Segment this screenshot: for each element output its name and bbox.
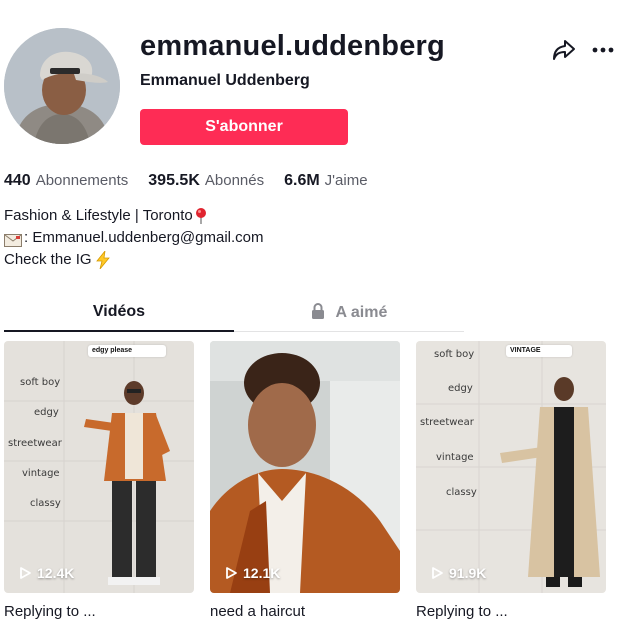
play-icon xyxy=(226,567,237,579)
bio-line: Check the IG xyxy=(4,249,264,271)
bio-email: : Emmanuel.uddenberg@gmail.com xyxy=(24,229,264,246)
envelope-icon xyxy=(4,232,22,247)
video-caption[interactable]: need a haircut xyxy=(210,603,400,620)
overlay-word: vintage xyxy=(22,468,60,479)
view-count-value: 12.1K xyxy=(243,565,281,581)
video-grid: soft boy edgy streetwear vintage classy … xyxy=(4,341,606,620)
profile-tabs: Vidéos A aimé xyxy=(4,296,464,332)
video-thumbnail-image xyxy=(416,341,606,593)
high-voltage-icon xyxy=(95,249,111,270)
tab-videos[interactable]: Vidéos xyxy=(4,296,234,332)
video-thumbnail[interactable]: 12.1K xyxy=(210,341,400,593)
video-card[interactable]: 12.1K need a haircut xyxy=(210,341,400,620)
tab-liked[interactable]: A aimé xyxy=(234,296,464,331)
stat-following[interactable]: 440 Abonnements xyxy=(4,172,128,190)
follow-button[interactable]: S'abonner xyxy=(140,109,348,145)
stat-likes: 6.6M J'aime xyxy=(284,172,367,190)
bio-text: Check the IG xyxy=(4,251,92,268)
bio-line: : Emmanuel.uddenberg@gmail.com xyxy=(4,227,264,249)
overlay-word: streetwear xyxy=(8,438,62,449)
bio-line: Fashion & Lifestyle | Toronto xyxy=(4,205,264,227)
overlay-word: classy xyxy=(446,487,477,498)
overlay-word: edgy xyxy=(448,383,473,394)
lock-icon xyxy=(311,303,325,319)
play-icon xyxy=(432,567,443,579)
overlay-word: edgy xyxy=(34,407,59,418)
video-caption[interactable]: Replying to ... xyxy=(4,603,194,620)
stat-value: 440 xyxy=(4,172,31,189)
profile-bio: Fashion & Lifestyle | Toronto : Emmanuel… xyxy=(4,205,264,271)
round-pushpin-icon xyxy=(195,207,207,225)
overlay-word: streetwear xyxy=(420,417,474,428)
stat-label: J'aime xyxy=(324,172,368,189)
view-count: 91.9K xyxy=(430,565,486,581)
video-caption[interactable]: Replying to ... xyxy=(416,603,606,620)
avatar xyxy=(4,28,120,144)
bio-text: Fashion & Lifestyle | Toronto xyxy=(4,207,193,224)
video-thumbnail[interactable]: soft boy edgy streetwear vintage classy … xyxy=(4,341,194,593)
video-card[interactable]: soft boy edgy streetwear vintage classy … xyxy=(4,341,194,620)
play-icon xyxy=(20,567,31,579)
profile-stats: 440 Abonnements 395.5K Abonnés 6.6M J'ai… xyxy=(4,172,388,190)
view-count: 12.4K xyxy=(18,565,74,581)
reply-bubble: VINTAGE xyxy=(506,345,572,357)
video-thumbnail[interactable]: soft boy edgy streetwear vintage classy … xyxy=(416,341,606,593)
stat-value: 6.6M xyxy=(284,172,320,189)
profile-username: emmanuel.uddenberg xyxy=(140,30,445,62)
video-thumbnail-image xyxy=(210,341,400,593)
stat-value: 395.5K xyxy=(148,172,200,189)
view-count-value: 12.4K xyxy=(37,565,75,581)
tab-label: A aimé xyxy=(335,304,388,321)
view-count: 12.1K xyxy=(224,565,280,581)
video-card[interactable]: soft boy edgy streetwear vintage classy … xyxy=(416,341,606,620)
stat-followers[interactable]: 395.5K Abonnés xyxy=(148,172,264,190)
reply-bubble: edgy please xyxy=(88,345,166,357)
overlay-word: soft boy xyxy=(20,377,61,388)
more-dots-icon[interactable] xyxy=(590,38,616,62)
stat-label: Abonnés xyxy=(204,172,265,189)
overlay-word: vintage xyxy=(436,452,474,463)
tab-label: Vidéos xyxy=(92,303,146,320)
view-count-value: 91.9K xyxy=(449,565,487,581)
reply-bubble-label: edgy please xyxy=(92,347,133,354)
share-arrow-icon[interactable] xyxy=(551,38,577,62)
stat-label: Abonnements xyxy=(35,172,129,189)
overlay-word: soft boy xyxy=(434,349,475,360)
profile-nickname: Emmanuel Uddenberg xyxy=(140,72,310,89)
overlay-word: classy xyxy=(30,498,61,509)
reply-bubble-label: VINTAGE xyxy=(510,347,541,354)
